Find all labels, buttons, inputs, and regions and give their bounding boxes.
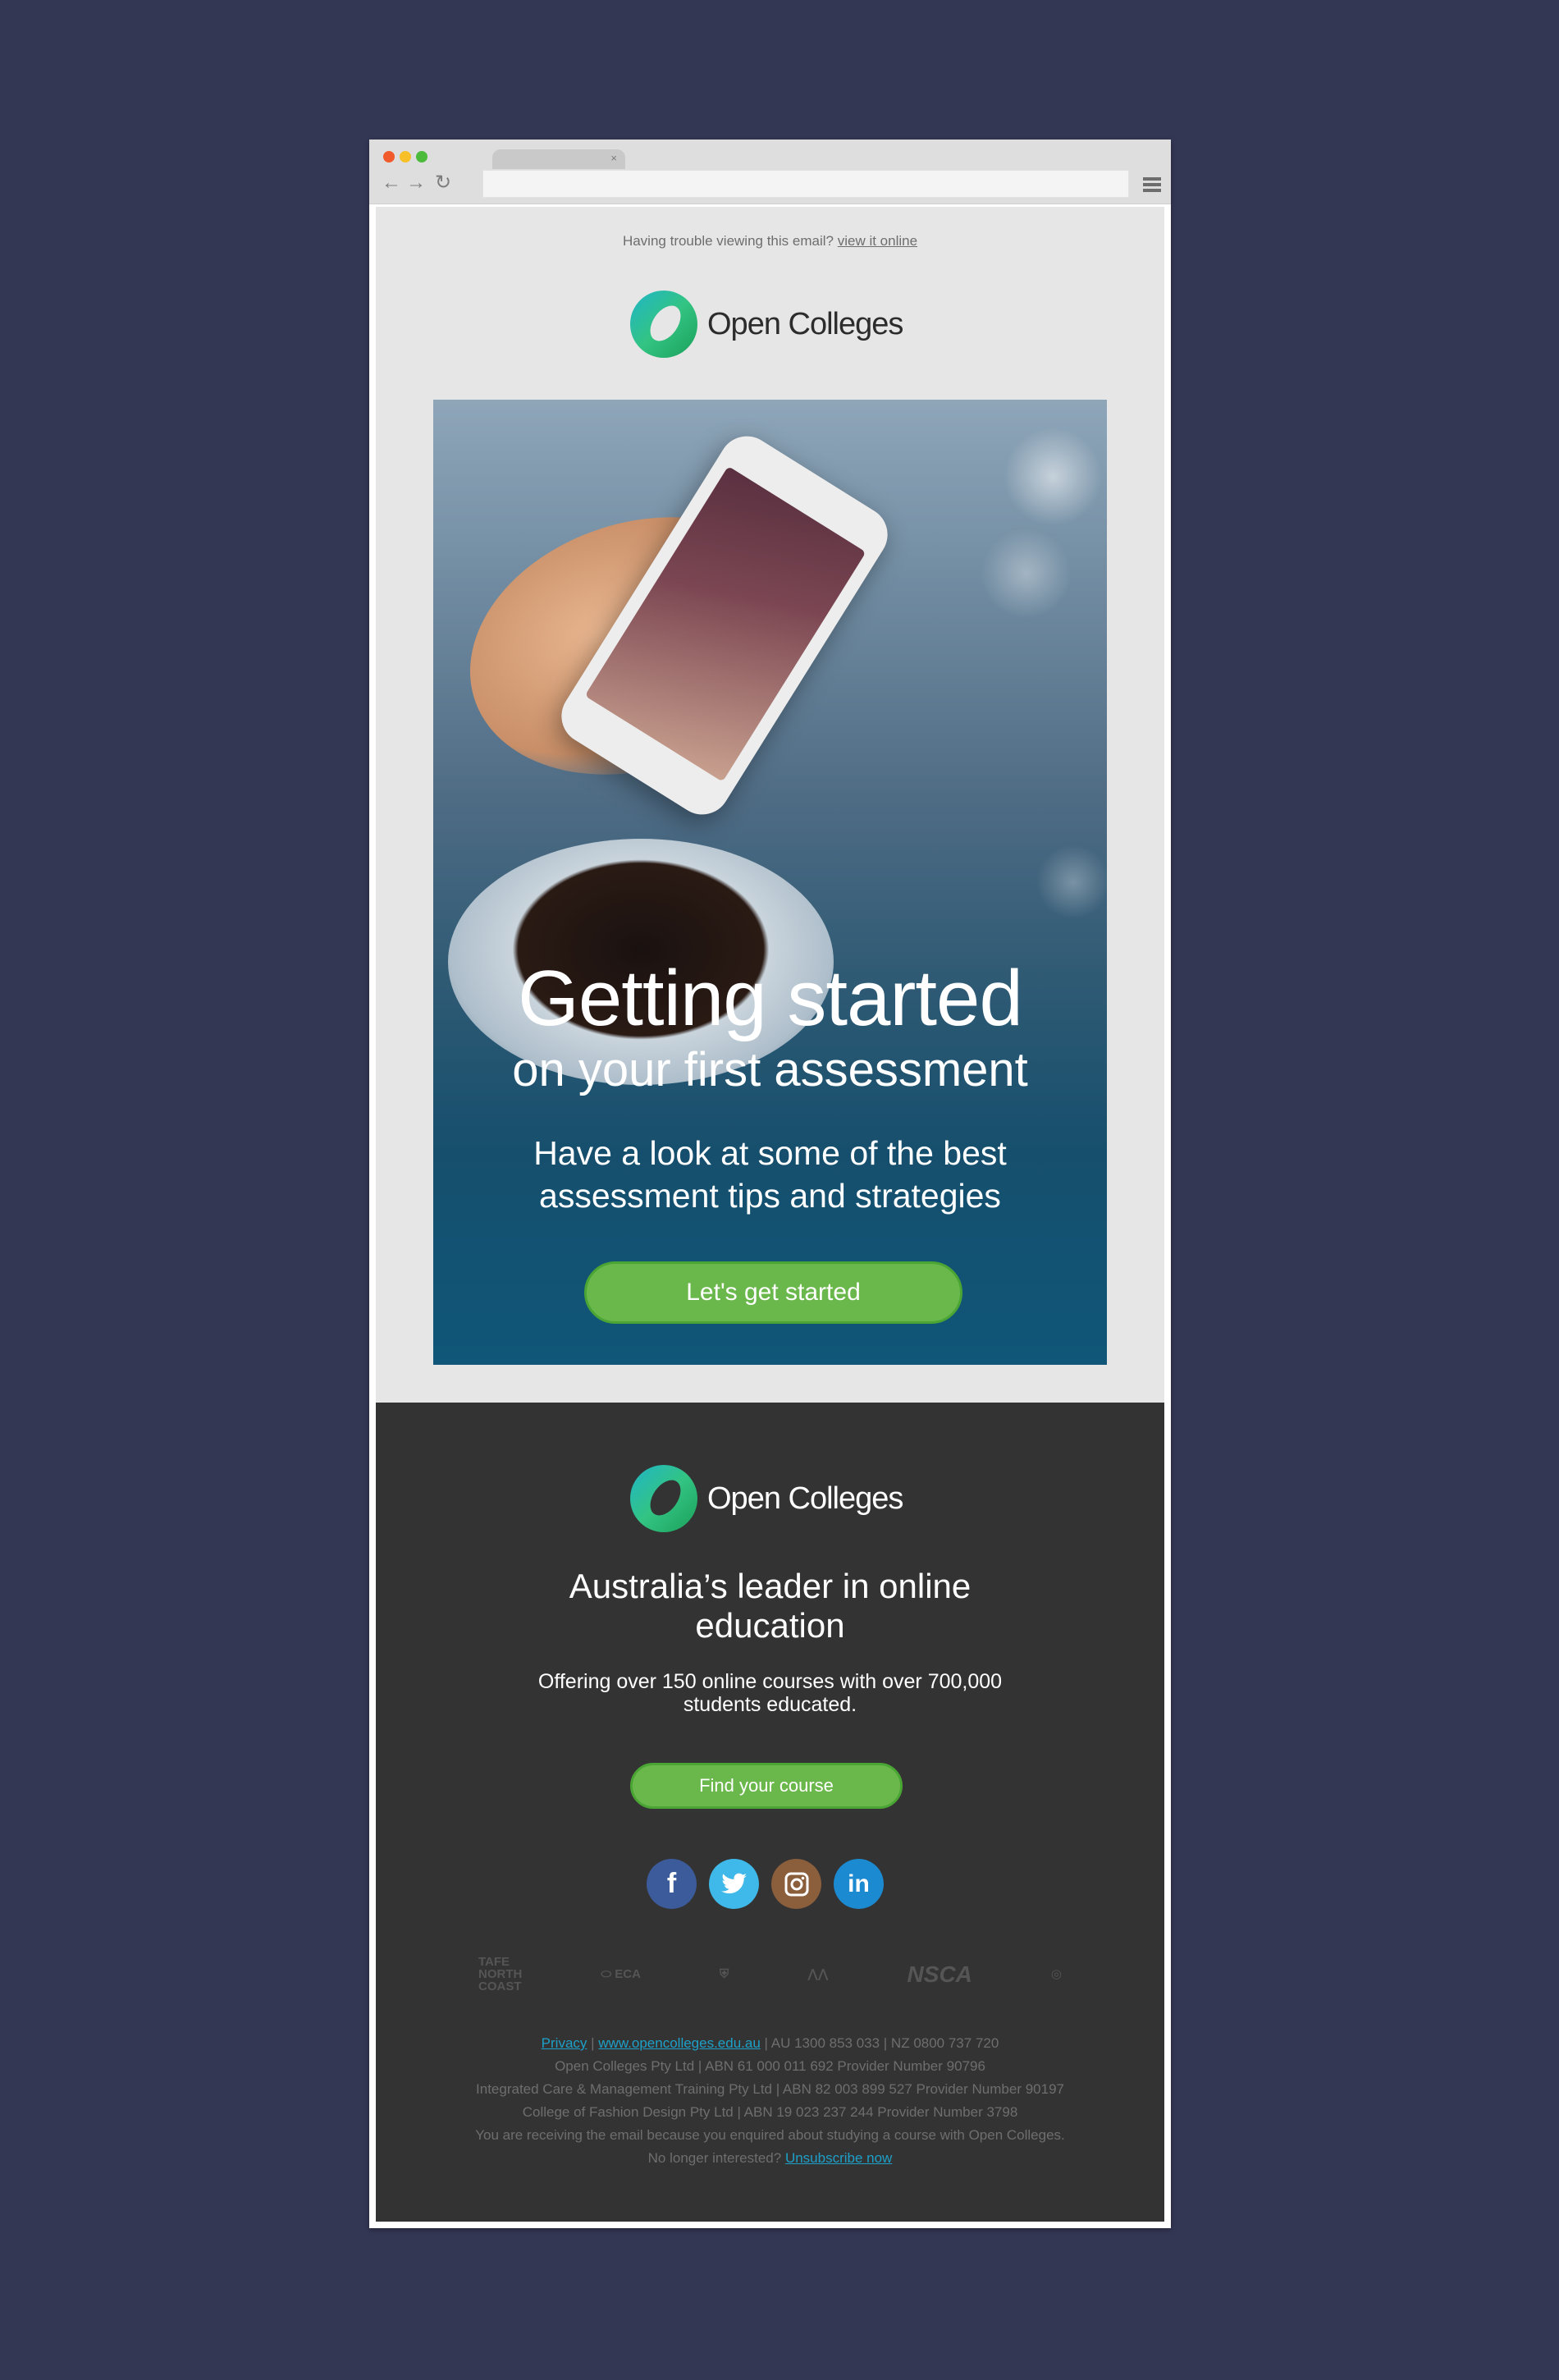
fitness-logo: ⋀⋀ (807, 1966, 829, 1981)
preheader: Having trouble viewing this email? view … (376, 233, 1164, 249)
legal-line-5: You are receiving the email because you … (475, 2127, 1065, 2166)
maximize-window-button[interactable] (416, 151, 427, 162)
hero-subtitle: on your first assessment (512, 1043, 1028, 1096)
brand-wordmark: Open Colleges (707, 1481, 903, 1516)
twitter-icon[interactable] (709, 1859, 759, 1909)
instagram-icon[interactable] (771, 1859, 821, 1909)
phone-numbers: | AU 1300 853 033 | NZ 0800 737 720 (760, 2035, 999, 2051)
browser-tab[interactable]: × (492, 149, 625, 169)
privacy-link[interactable]: Privacy (542, 2035, 587, 2051)
footer-heading: Australia’s leader in online education (569, 1567, 972, 1645)
forward-arrow-icon[interactable]: → (406, 171, 426, 195)
browser-window: × ← → ↻ Having trouble viewing this emai… (369, 140, 1171, 2228)
website-link[interactable]: www.opencolleges.edu.au (598, 2035, 761, 2051)
crest-logo: ⛨ (719, 1966, 729, 1981)
address-bar[interactable] (482, 170, 1129, 198)
legal-line-2: Open Colleges Pty Ltd | ABN 61 000 011 6… (555, 2058, 985, 2074)
linkedin-icon[interactable]: in (834, 1859, 884, 1909)
preheader-text: Having trouble viewing this email? (622, 233, 834, 249)
minimize-window-button[interactable] (400, 151, 411, 162)
facebook-icon[interactable]: f (647, 1859, 697, 1909)
partner-logos: TAFE NORTH COAST ⬭ ECA ⛨ ⋀⋀ NSCA ◎ (478, 1949, 1062, 1998)
legal-line-4: College of Fashion Design Pty Ltd | ABN … (522, 2104, 1018, 2120)
open-colleges-logo-icon (630, 1465, 697, 1532)
find-your-course-button[interactable]: Find your course (630, 1763, 903, 1809)
close-window-button[interactable] (383, 151, 395, 162)
email-footer: Open Colleges Australia’s leader in onli… (376, 1403, 1164, 2222)
hero-title: Getting started (518, 954, 1023, 1042)
tafe-logo: TAFE NORTH COAST (478, 1954, 523, 1993)
open-colleges-logo-icon (630, 291, 697, 358)
header-logo[interactable]: Open Colleges (629, 289, 903, 359)
social-links: f in (647, 1859, 884, 1909)
nsca-logo: NSCA (907, 1961, 972, 1987)
hero-banner[interactable]: Getting started on your first assessment… (433, 400, 1107, 1365)
reload-icon[interactable]: ↻ (435, 171, 451, 195)
hamburger-menu-icon[interactable] (1143, 177, 1161, 192)
email-content: Having trouble viewing this email? view … (376, 207, 1164, 1403)
view-online-link[interactable]: view it online (838, 233, 917, 249)
early-childhood-logo: ⬭ ECA (601, 1966, 641, 1981)
footer-text: Offering over 150 online courses with ov… (537, 1670, 1003, 1716)
back-arrow-icon[interactable]: ← (382, 171, 401, 195)
brand-wordmark: Open Colleges (707, 306, 903, 341)
browser-chrome: × ← → ↻ (369, 140, 1171, 204)
unsubscribe-link[interactable]: Unsubscribe now (785, 2150, 892, 2166)
legal-line-3: Integrated Care & Management Training Pt… (476, 2081, 1064, 2097)
accreditation-logo: ◎ (1050, 1966, 1062, 1981)
lets-get-started-button[interactable]: Let's get started (584, 1261, 962, 1324)
legal-text: Privacy | www.opencolleges.edu.au | AU 1… (475, 2035, 1065, 2166)
hero-description: Have a look at some of the best assessme… (533, 1134, 1007, 1215)
close-tab-icon[interactable]: × (610, 152, 617, 164)
footer-logo[interactable]: Open Colleges (629, 1463, 903, 1534)
